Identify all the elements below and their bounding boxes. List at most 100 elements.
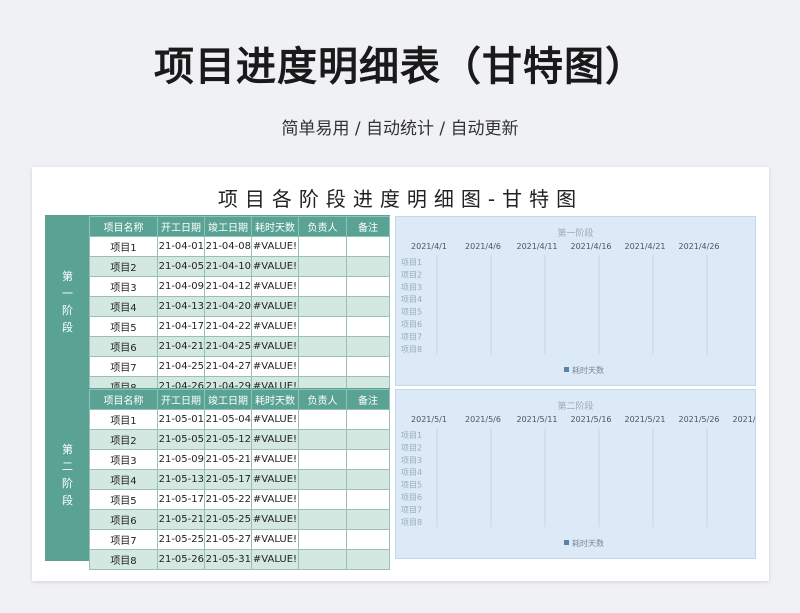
- stage-1-label: 第 一 阶 段: [46, 216, 89, 387]
- cell-note[interactable]: [346, 449, 390, 470]
- cell-days[interactable]: #VALUE!: [251, 256, 299, 277]
- cell-owner[interactable]: [298, 449, 347, 470]
- table-row: 项目5 2021-05-17 00:00 2021-05-22 00:00 #V…: [89, 489, 390, 510]
- cell-end[interactable]: 2021-05-04 00:00: [204, 409, 252, 430]
- cell-days[interactable]: #VALUE!: [251, 409, 299, 430]
- cell-note[interactable]: [346, 236, 390, 257]
- cell-note[interactable]: [346, 316, 390, 337]
- cell-owner[interactable]: [298, 316, 347, 337]
- cell-days[interactable]: #VALUE!: [251, 489, 299, 510]
- cell-end[interactable]: 2021-04-10 00:00: [204, 256, 252, 277]
- cell-note[interactable]: [346, 529, 390, 550]
- cell-note[interactable]: [346, 256, 390, 277]
- cell-name[interactable]: 项目2: [89, 256, 158, 277]
- cell-days[interactable]: #VALUE!: [251, 529, 299, 550]
- cell-note[interactable]: [346, 509, 390, 530]
- cell-start[interactable]: 2021-05-21 00:00: [157, 509, 205, 530]
- cell-start[interactable]: 2021-05-09 00:00: [157, 449, 205, 470]
- cell-start[interactable]: 2021-05-26 00:00: [157, 549, 205, 570]
- cell-owner[interactable]: [298, 236, 347, 257]
- cell-days[interactable]: #VALUE!: [251, 509, 299, 530]
- cell-owner[interactable]: [298, 356, 347, 377]
- cell-start[interactable]: 2021-05-05 00:00: [157, 429, 205, 450]
- cell-name[interactable]: 项目4: [89, 469, 158, 490]
- cell-start[interactable]: 2021-04-01 00:00: [157, 236, 205, 257]
- cell-note[interactable]: [346, 356, 390, 377]
- cell-name[interactable]: 项目7: [89, 356, 158, 377]
- gantt-chart-stage-2[interactable]: 第二阶段 2021/5/1 2021/5/6 2021/5/11 2021/5/16 20…: [395, 389, 756, 559]
- cell-note[interactable]: [346, 296, 390, 317]
- y-category-label: 项目8: [401, 345, 422, 354]
- cell-name[interactable]: 项目3: [89, 449, 158, 470]
- cell-owner[interactable]: [298, 276, 347, 297]
- gantt-chart-svg: 第二阶段 2021/5/1 2021/5/6 2021/5/11 2021/5/16 20…: [401, 400, 755, 548]
- cell-start[interactable]: 2021-04-25 00:00: [157, 356, 205, 377]
- cell-note[interactable]: [346, 336, 390, 357]
- cell-name[interactable]: 项目5: [89, 489, 158, 510]
- cell-days[interactable]: #VALUE!: [251, 469, 299, 490]
- cell-owner[interactable]: [298, 469, 347, 490]
- cell-days[interactable]: #VALUE!: [251, 429, 299, 450]
- cell-days[interactable]: #VALUE!: [251, 549, 299, 570]
- cell-end[interactable]: 2021-05-21 00:00: [204, 449, 252, 470]
- cell-name[interactable]: 项目6: [89, 336, 158, 357]
- cell-end[interactable]: 2021-05-12 00:00: [204, 429, 252, 450]
- cell-name[interactable]: 项目3: [89, 276, 158, 297]
- cell-end[interactable]: 2021-04-27 00:00: [204, 356, 252, 377]
- cell-note[interactable]: [346, 276, 390, 297]
- cell-name[interactable]: 项目2: [89, 429, 158, 450]
- cell-name[interactable]: 项目4: [89, 296, 158, 317]
- cell-days[interactable]: #VALUE!: [251, 276, 299, 297]
- cell-days[interactable]: #VALUE!: [251, 296, 299, 317]
- cell-end[interactable]: 2021-05-25 00:00: [204, 509, 252, 530]
- header-cell: 项目名称: [89, 389, 158, 410]
- cell-days[interactable]: #VALUE!: [251, 449, 299, 470]
- cell-name[interactable]: 项目6: [89, 509, 158, 530]
- cell-name[interactable]: 项目7: [89, 529, 158, 550]
- table-header-row: 项目名称 开工日期 竣工日期 耗时天数 负责人 备注: [89, 216, 390, 237]
- cell-name[interactable]: 项目1: [89, 236, 158, 257]
- cell-end[interactable]: 2021-05-31 00:00: [204, 549, 252, 570]
- cell-owner[interactable]: [298, 256, 347, 277]
- cell-end[interactable]: 2021-04-08 00:00: [204, 236, 252, 257]
- cell-days[interactable]: #VALUE!: [251, 336, 299, 357]
- cell-note[interactable]: [346, 489, 390, 510]
- cell-start[interactable]: 2021-04-17 00:00: [157, 316, 205, 337]
- cell-start[interactable]: 2021-04-09 00:00: [157, 276, 205, 297]
- cell-owner[interactable]: [298, 336, 347, 357]
- cell-end[interactable]: 2021-05-17 00:00: [204, 469, 252, 490]
- cell-name[interactable]: 项目8: [89, 549, 158, 570]
- cell-days[interactable]: #VALUE!: [251, 356, 299, 377]
- cell-owner[interactable]: [298, 489, 347, 510]
- cell-end[interactable]: 2021-05-27 00:00: [204, 529, 252, 550]
- cell-start[interactable]: 2021-05-25 00:00: [157, 529, 205, 550]
- cell-name[interactable]: 项目5: [89, 316, 158, 337]
- cell-end[interactable]: 2021-04-12 00:00: [204, 276, 252, 297]
- cell-owner[interactable]: [298, 429, 347, 450]
- cell-note[interactable]: [346, 549, 390, 570]
- cell-owner[interactable]: [298, 409, 347, 430]
- cell-note[interactable]: [346, 469, 390, 490]
- cell-start[interactable]: 2021-04-13 00:00: [157, 296, 205, 317]
- cell-start[interactable]: 2021-04-21 00:00: [157, 336, 205, 357]
- cell-start[interactable]: 2021-05-13 00:00: [157, 469, 205, 490]
- gantt-chart-stage-1[interactable]: 第一阶段 2021/4/1 2021/4/6 2021/4/11 2021/4/16 20…: [395, 216, 756, 386]
- cell-end[interactable]: 2021-04-20 00:00: [204, 296, 252, 317]
- cell-days[interactable]: #VALUE!: [251, 236, 299, 257]
- cell-owner[interactable]: [298, 529, 347, 550]
- cell-name[interactable]: 项目1: [89, 409, 158, 430]
- cell-owner[interactable]: [298, 296, 347, 317]
- cell-owner[interactable]: [298, 509, 347, 530]
- cell-note[interactable]: [346, 429, 390, 450]
- cell-end[interactable]: 2021-04-22 00:00: [204, 316, 252, 337]
- cell-start[interactable]: 2021-05-01 00:00: [157, 409, 205, 430]
- cell-start[interactable]: 2021-05-17 00:00: [157, 489, 205, 510]
- cell-end[interactable]: 2021-04-25 00:00: [204, 336, 252, 357]
- cell-days[interactable]: #VALUE!: [251, 316, 299, 337]
- header-cell: 开工日期: [157, 389, 205, 410]
- y-category-label: 项目5: [401, 308, 422, 317]
- cell-note[interactable]: [346, 409, 390, 430]
- cell-owner[interactable]: [298, 549, 347, 570]
- cell-end[interactable]: 2021-05-22 00:00: [204, 489, 252, 510]
- cell-start[interactable]: 2021-04-05 00:00: [157, 256, 205, 277]
